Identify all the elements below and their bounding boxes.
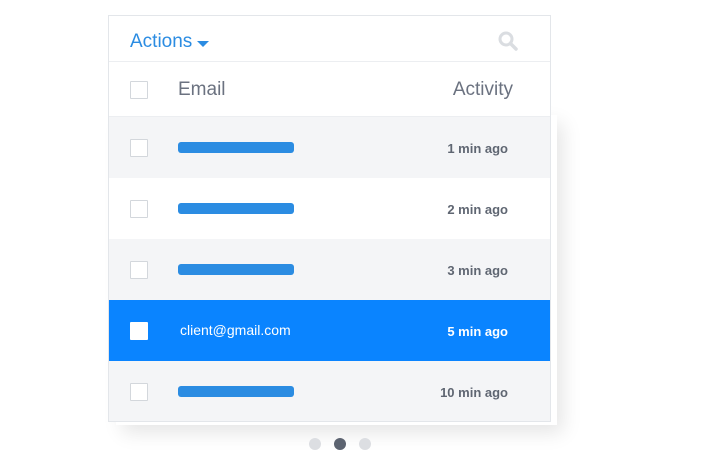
email-redacted-bar (178, 264, 294, 275)
email-redacted-bar (178, 142, 294, 153)
activity-time: 2 min ago (447, 202, 508, 217)
email-redacted-bar (178, 386, 294, 397)
page-dot-3[interactable] (359, 438, 371, 450)
table-toolbar: Actions (109, 16, 550, 62)
column-header-activity: Activity (452, 79, 513, 100)
table-row[interactable]: 3 min ago (109, 239, 550, 300)
activity-time: 3 min ago (447, 263, 508, 278)
row-email: client@gmail.com (180, 322, 291, 338)
contacts-table-panel: Actions Email Activity 1 min ago 2 min a… (108, 15, 551, 422)
email-redacted-bar (178, 203, 294, 214)
search-icon (498, 31, 518, 51)
pagination-dots (309, 437, 371, 451)
select-all-checkbox[interactable] (130, 81, 148, 99)
activity-time: 1 min ago (447, 141, 508, 156)
table-row[interactable]: 1 min ago (109, 117, 550, 178)
table-header-row: Email Activity (109, 62, 550, 117)
row-checkbox[interactable] (130, 322, 148, 340)
actions-dropdown-button[interactable]: Actions (130, 30, 210, 54)
caret-down-icon (197, 40, 210, 47)
column-header-email: Email (178, 79, 226, 100)
row-checkbox[interactable] (130, 139, 148, 157)
row-checkbox[interactable] (130, 261, 148, 279)
row-checkbox[interactable] (130, 200, 148, 218)
search-button[interactable] (497, 30, 519, 52)
activity-time: 10 min ago (440, 385, 508, 400)
activity-time: 5 min ago (447, 324, 508, 339)
table-row[interactable]: 2 min ago (109, 178, 550, 239)
table-row-selected[interactable]: client@gmail.com 5 min ago (109, 300, 550, 361)
page-dot-1[interactable] (309, 438, 321, 450)
row-checkbox[interactable] (130, 383, 148, 401)
page-dot-2-active[interactable] (334, 438, 346, 450)
actions-label: Actions (130, 31, 193, 52)
table-row[interactable]: 10 min ago (109, 361, 550, 421)
